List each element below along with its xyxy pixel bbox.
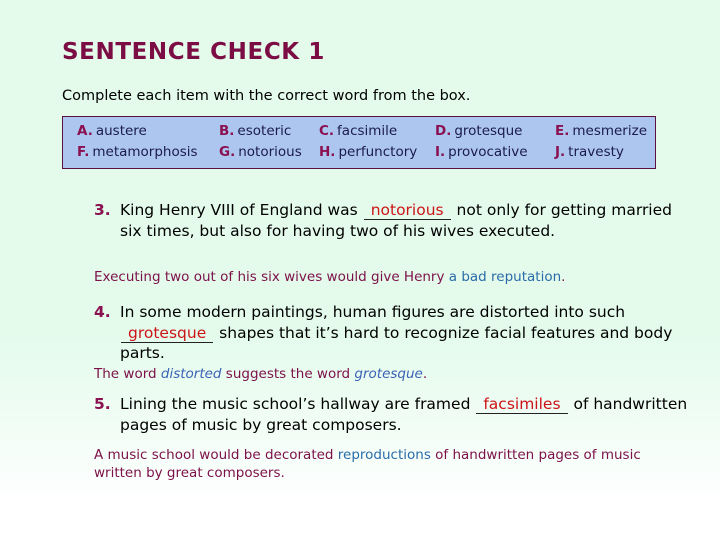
item-text-before: Lining the music school’s hallway are fr… bbox=[120, 395, 476, 413]
explanation-italic-word: distorted bbox=[160, 366, 222, 382]
word-bank-word: facsimile bbox=[337, 123, 398, 139]
instruction-text: Complete each item with the correct word… bbox=[62, 88, 471, 104]
item-text-before: King Henry VIII of England was bbox=[120, 201, 363, 219]
explanation-text-end: . bbox=[422, 366, 428, 382]
word-bank-row: A. austere B. esoteric C. facsimile D. grote… bbox=[63, 121, 655, 142]
word-bank-letter: G. bbox=[219, 143, 236, 160]
word-bank-entry: H. perfunctory bbox=[319, 142, 435, 163]
word-bank-word: esoteric bbox=[237, 123, 292, 139]
word-bank-letter: B. bbox=[219, 123, 235, 139]
word-bank-word: provocative bbox=[448, 143, 528, 160]
word-bank-entry: I. provocative bbox=[435, 142, 555, 163]
word-bank-row: F. metamorphosis G. notorious H. perfunctor… bbox=[63, 142, 655, 163]
item-sentence: King Henry VIII of England was notorious… bbox=[120, 200, 690, 241]
word-bank-word: mesmerize bbox=[572, 123, 647, 139]
word-bank-entry: D. grotesque bbox=[435, 121, 555, 142]
word-bank-box: A. austere B. esoteric C. facsimile D. grote… bbox=[62, 116, 656, 169]
word-bank-letter: J. bbox=[555, 143, 566, 160]
answer-blank-4[interactable]: grotesque bbox=[121, 323, 214, 343]
word-bank-entry: E. mesmerize bbox=[555, 121, 647, 142]
explanation-text-end: . bbox=[561, 269, 566, 285]
item-text-before: In some modern paintings, human figures … bbox=[120, 303, 626, 321]
word-bank-word: grotesque bbox=[454, 123, 523, 139]
exercise-item-3: 3. King Henry VIII of England was notori… bbox=[94, 200, 690, 241]
word-bank-letter: H. bbox=[319, 143, 336, 160]
explanation-text: The word bbox=[94, 366, 161, 382]
item-sentence: In some modern paintings, human figures … bbox=[120, 302, 690, 364]
word-bank-word: travesty bbox=[568, 143, 624, 160]
word-bank-word: austere bbox=[95, 123, 147, 139]
explanation-4: The word distorted suggests the word gro… bbox=[94, 366, 694, 384]
word-bank-letter: D. bbox=[435, 123, 452, 139]
word-bank-entry: G. notorious bbox=[219, 142, 319, 163]
item-sentence: Lining the music school’s hallway are fr… bbox=[120, 394, 690, 435]
explanation-text: A music school would be decorated bbox=[94, 447, 338, 463]
word-bank-letter: A. bbox=[77, 123, 93, 139]
item-number: 3. bbox=[94, 201, 111, 219]
explanation-text-mid: suggests the word bbox=[221, 366, 355, 382]
word-bank-letter: F. bbox=[77, 143, 90, 160]
slide-canvas: SENTENCE CHECK 1 Complete each item with… bbox=[0, 0, 720, 540]
exercise-item-5: 5. Lining the music school’s hallway are… bbox=[94, 394, 690, 435]
explanation-highlight: a bad reputation bbox=[448, 269, 562, 285]
word-bank-word: perfunctory bbox=[338, 143, 418, 160]
word-bank-letter: C. bbox=[319, 123, 335, 139]
word-bank-letter: I. bbox=[435, 143, 446, 160]
explanation-italic-word: grotesque bbox=[354, 366, 423, 382]
explanation-5: A music school would be decorated reprod… bbox=[94, 447, 654, 483]
exercise-item-4: 4. In some modern paintings, human figur… bbox=[94, 302, 690, 364]
item-number: 4. bbox=[94, 303, 111, 321]
answer-blank-3[interactable]: notorious bbox=[363, 201, 451, 220]
word-bank-entry: B. esoteric bbox=[219, 121, 319, 142]
item-number: 5. bbox=[94, 395, 111, 413]
explanation-3: Executing two out of his six wives would… bbox=[94, 269, 694, 287]
word-bank-word: metamorphosis bbox=[92, 143, 198, 160]
word-bank-entry: C. facsimile bbox=[319, 121, 435, 142]
page-title: SENTENCE CHECK 1 bbox=[62, 39, 325, 65]
word-bank-entry: F. metamorphosis bbox=[77, 142, 219, 163]
word-bank-entry: A. austere bbox=[77, 121, 219, 142]
word-bank-entry: J. travesty bbox=[555, 142, 624, 163]
answer-blank-5[interactable]: facsimiles bbox=[476, 395, 568, 414]
word-bank-word: notorious bbox=[238, 143, 302, 160]
explanation-highlight: reproductions bbox=[337, 447, 431, 463]
explanation-text: Executing two out of his six wives would… bbox=[94, 269, 449, 285]
word-bank-letter: E. bbox=[555, 123, 570, 139]
